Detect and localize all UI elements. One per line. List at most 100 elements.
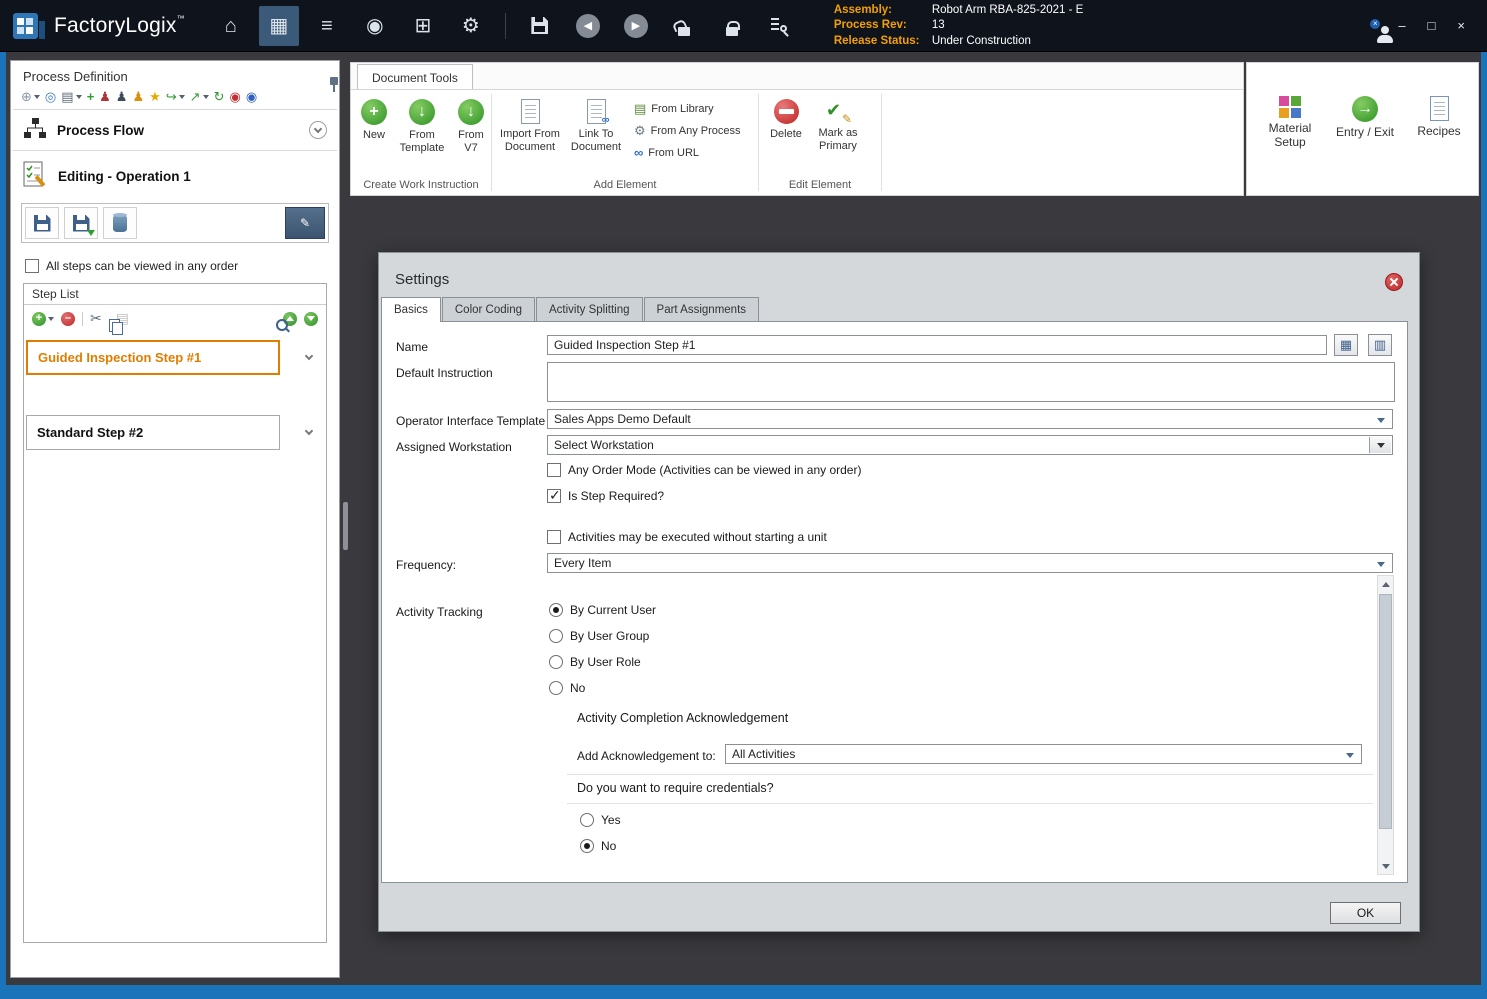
from-template-button[interactable]: ↓ From Template — [393, 96, 451, 154]
tracking-option-current-user[interactable]: By Current User — [549, 603, 656, 617]
step-expand-chevron-icon[interactable] — [304, 426, 314, 436]
minimize-button[interactable]: – — [1398, 19, 1405, 32]
save-operation-button[interactable] — [25, 207, 59, 239]
refresh-button[interactable]: ↻ — [214, 90, 225, 103]
tab-activity-splitting[interactable]: Activity Splitting — [536, 297, 643, 321]
from-url-button[interactable]: ∞ From URL — [634, 142, 741, 163]
process-steps-button[interactable]: ≡ — [307, 6, 347, 46]
unlock-button[interactable] — [664, 6, 704, 46]
workstation-select[interactable]: Select Workstation — [547, 435, 1393, 455]
name-input[interactable]: Guided Inspection Step #1 — [547, 335, 1327, 355]
tracking-option-user-role[interactable]: By User Role — [549, 655, 641, 669]
nav-options-button[interactable]: ⊕ — [21, 90, 40, 103]
tab-basics[interactable]: Basics — [381, 297, 441, 322]
navigator-button[interactable]: ◉ — [355, 6, 395, 46]
edit-mode-button[interactable]: ✎ — [285, 207, 325, 239]
dialog-scrollbar[interactable] — [1377, 575, 1394, 875]
stop-button[interactable]: ◉ — [229, 90, 240, 103]
tab-document-tools[interactable]: Document Tools — [357, 64, 473, 90]
quality-award-button[interactable]: ★ — [149, 90, 161, 103]
maximize-button[interactable]: □ — [1428, 19, 1436, 32]
operator-button[interactable]: ♟ — [132, 90, 144, 103]
remove-step-button[interactable]: – — [61, 311, 75, 326]
home-button[interactable]: ⌂ — [211, 6, 251, 46]
process-flow-header[interactable]: Process Flow — [11, 110, 339, 150]
import-operation-button[interactable] — [64, 207, 98, 239]
mark-as-primary-button[interactable]: ✂✔✎ Mark as Primary — [809, 96, 867, 152]
radio-credentials-yes[interactable] — [580, 813, 594, 827]
assign-user-button[interactable]: ♟ — [116, 90, 128, 103]
link-to-document-button[interactable]: ∞ Link To Document — [564, 96, 628, 153]
print-button[interactable]: ▤ — [61, 90, 82, 103]
lock-button[interactable] — [712, 6, 752, 46]
mark-primary-icon: ✂✔✎ — [826, 100, 852, 126]
collapse-section-button[interactable] — [309, 121, 327, 139]
any-order-mode-checkbox[interactable] — [547, 463, 561, 477]
ok-button[interactable]: OK — [1330, 902, 1401, 924]
any-order-mode-option[interactable]: Any Order Mode (Activities can be viewed… — [547, 463, 861, 477]
tracking-option-no[interactable]: No — [549, 681, 585, 695]
recipes-button[interactable]: Recipes — [1411, 93, 1467, 139]
user-alert-button[interactable]: ♟ — [99, 90, 111, 103]
credentials-option-no[interactable]: No — [580, 839, 616, 853]
add-link-button[interactable]: + — [87, 90, 95, 103]
share-button[interactable]: ↪ — [166, 90, 185, 103]
documents-button[interactable]: ⊞ — [403, 6, 443, 46]
frequency-select[interactable]: Every Item — [547, 553, 1393, 573]
name-field-grid-button[interactable]: ▦ — [1334, 334, 1358, 356]
delete-element-button[interactable]: Delete — [763, 96, 809, 141]
step-item-standard[interactable]: Standard Step #2 — [26, 415, 280, 450]
add-step-button[interactable]: + — [32, 311, 54, 326]
web-view-button[interactable]: ◎ — [45, 90, 56, 103]
entry-exit-icon: → — [1352, 96, 1378, 122]
move-step-down-button[interactable] — [304, 311, 318, 326]
scroll-up-button[interactable] — [1378, 576, 1393, 592]
any-order-checkbox[interactable] — [25, 259, 39, 273]
new-instruction-button[interactable]: + New — [355, 96, 393, 142]
cut-step-button[interactable]: ✂ — [90, 310, 102, 327]
radio-by-user-group[interactable] — [549, 629, 563, 643]
from-v7-button[interactable]: ↓ From V7 — [451, 96, 491, 154]
radio-by-current-user[interactable] — [549, 603, 563, 617]
no-unit-option[interactable]: Activities may be executed without start… — [547, 530, 827, 544]
dialog-close-button[interactable] — [1385, 273, 1403, 291]
step-label: Standard Step #2 — [37, 425, 144, 440]
from-any-process-button[interactable]: ⚙ From Any Process — [634, 120, 741, 141]
material-setup-button[interactable]: Material Setup — [1261, 93, 1319, 150]
from-library-button[interactable]: ▤ From Library — [634, 98, 741, 119]
import-from-document-button[interactable]: Import From Document — [496, 96, 564, 153]
operator-template-select[interactable]: Sales Apps Demo Default — [547, 409, 1393, 429]
step-required-option[interactable]: Is Step Required? — [547, 487, 664, 504]
ack-select[interactable]: All Activities — [725, 744, 1362, 764]
close-button[interactable]: × — [1457, 19, 1465, 32]
radio-tracking-no[interactable] — [549, 681, 563, 695]
step-list-title: Step List — [24, 284, 326, 305]
back-button[interactable]: ◀ — [568, 6, 608, 46]
tab-part-assignments[interactable]: Part Assignments — [643, 297, 760, 321]
any-order-option[interactable]: All steps can be viewed in any order — [11, 251, 339, 281]
work-instructions-button[interactable]: ▦ — [258, 5, 299, 46]
settings-button[interactable]: ⚙ — [451, 6, 491, 46]
step-required-checkbox[interactable] — [547, 487, 561, 504]
scroll-down-button[interactable] — [1378, 858, 1393, 874]
default-instruction-textarea[interactable] — [547, 362, 1395, 402]
audit-search-button[interactable] — [760, 6, 800, 46]
radio-credentials-no[interactable] — [580, 839, 594, 853]
radio-by-user-role[interactable] — [549, 655, 563, 669]
panel-splitter-handle[interactable] — [343, 502, 348, 550]
step-expand-chevron-icon[interactable] — [304, 351, 314, 361]
send-button[interactable]: ↗ — [190, 90, 209, 103]
tab-color-coding[interactable]: Color Coding — [441, 297, 535, 321]
forward-button[interactable]: ▶ — [616, 6, 656, 46]
step-item-guided-inspection[interactable]: Guided Inspection Step #1 — [26, 340, 280, 375]
scrollbar-thumb[interactable] — [1379, 594, 1392, 829]
delete-operation-button[interactable] — [103, 207, 137, 239]
name-field-translate-button[interactable]: ▥ — [1368, 334, 1392, 356]
credentials-option-yes[interactable]: Yes — [580, 813, 621, 827]
workstation-dropdown-button[interactable] — [1369, 437, 1391, 453]
entry-exit-button[interactable]: → Entry / Exit — [1331, 93, 1399, 140]
save-button[interactable] — [520, 6, 560, 46]
pause-button[interactable]: ◉ — [246, 90, 257, 103]
tracking-option-user-group[interactable]: By User Group — [549, 629, 649, 643]
no-unit-checkbox[interactable] — [547, 530, 561, 544]
